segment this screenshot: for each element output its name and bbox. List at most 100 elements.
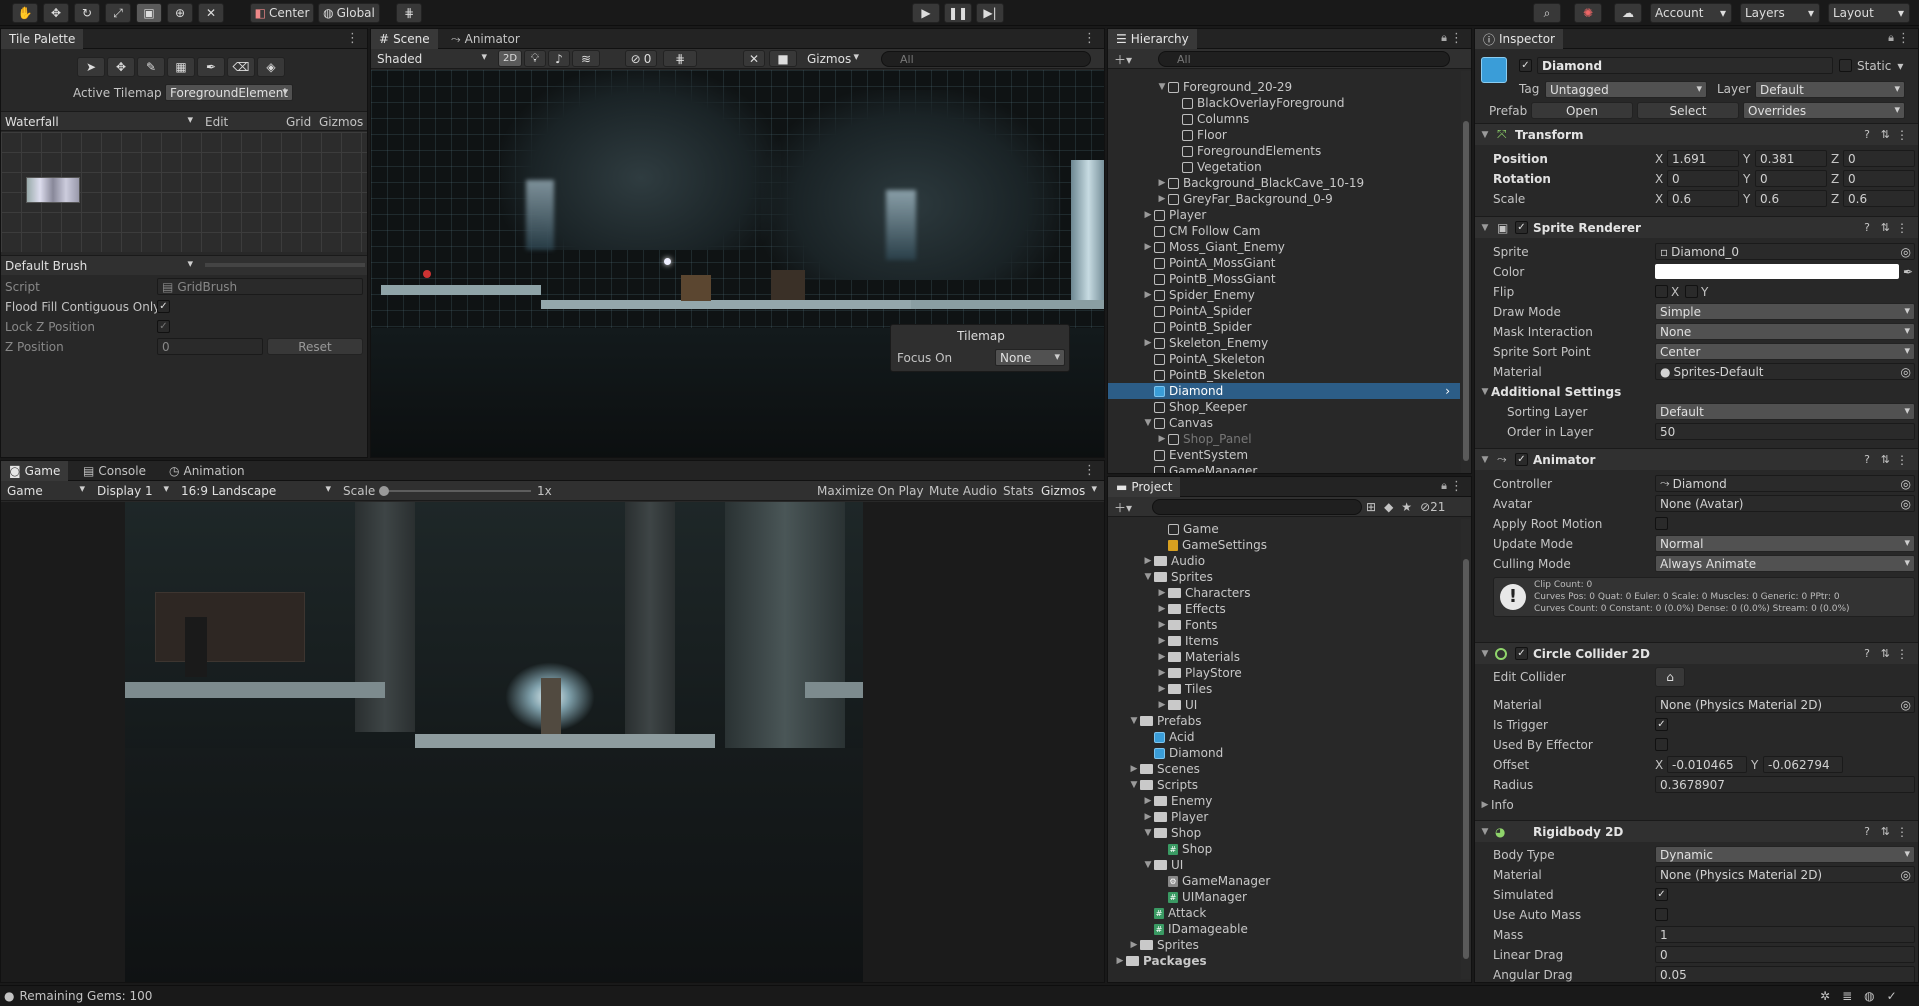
active-checkbox[interactable]: ✓	[1519, 59, 1532, 72]
rigidbody-header[interactable]: ▼ ◕ Rigidbody 2D ? ⇅ ⋮	[1475, 820, 1918, 842]
tab-project[interactable]: ▬ Project	[1108, 477, 1181, 497]
hierarchy-item[interactable]: ▶ Skeleton_Enemy	[1108, 335, 1460, 351]
circle-collider-header[interactable]: ▼ ✓ Circle Collider 2D ? ⇅ ⋮	[1475, 642, 1918, 664]
rotate-tool-button[interactable]: ↻	[74, 3, 100, 23]
avatar-field[interactable]: None (Avatar) ◎	[1655, 495, 1915, 512]
circle-collider-enabled-checkbox[interactable]: ✓	[1515, 647, 1528, 660]
animator-header[interactable]: ▼ ⤳ ✓ Animator ? ⇅ ⋮	[1475, 448, 1918, 470]
search-toolbar-button[interactable]: ⌕	[1533, 3, 1561, 23]
color-swatch[interactable]	[1655, 264, 1899, 279]
chevron-down-icon[interactable]: ▼	[1156, 82, 1168, 92]
stack-icon[interactable]: ≣	[1842, 989, 1852, 1003]
prefab-open-button[interactable]: Open	[1531, 102, 1633, 119]
project-item[interactable]: ▶ UI	[1108, 697, 1460, 713]
chevron-down-icon[interactable]: ▼	[1142, 418, 1154, 428]
preset-icon[interactable]: ⇅	[1881, 825, 1890, 838]
chevron-right-icon[interactable]: ▶	[1156, 620, 1168, 630]
hierarchy-item[interactable]: Vegetation	[1108, 159, 1460, 175]
kebab-menu-icon[interactable]: ⋮	[1897, 31, 1910, 46]
status-message[interactable]: ● Remaining Gems: 100	[4, 987, 152, 1005]
hierarchy-item[interactable]: PointA_Spider	[1108, 303, 1460, 319]
cloud-button[interactable]: ☁	[1614, 3, 1642, 23]
camera-toggle[interactable]: ■	[769, 50, 797, 67]
kebab-menu-icon[interactable]: ⋮	[1896, 647, 1908, 661]
layers-dropdown[interactable]: Layers ▾	[1740, 3, 1820, 23]
lock-icon[interactable]: 🔒︎	[1441, 479, 1447, 493]
scale-slider-thumb[interactable]	[379, 486, 389, 496]
is-trigger-checkbox[interactable]: ✓	[1655, 718, 1668, 731]
hierarchy-item[interactable]: Floor	[1108, 127, 1460, 143]
palette-dropdown[interactable]: Waterfall	[1, 113, 197, 130]
chevron-down-icon[interactable]: ▼	[1142, 860, 1154, 870]
edit-palette-button[interactable]: Edit	[205, 113, 228, 131]
preset-icon[interactable]: ⇅	[1881, 221, 1890, 234]
project-item[interactable]: Acid	[1108, 729, 1460, 745]
hierarchy-search-input[interactable]: All	[1158, 51, 1450, 67]
hierarchy-item[interactable]: PointB_Spider	[1108, 319, 1460, 335]
eyedropper-icon[interactable]: ✒	[1903, 263, 1913, 281]
pivot-global-button[interactable]: ◍ Global	[318, 3, 380, 23]
hierarchy-item[interactable]: ▼ Canvas	[1108, 415, 1460, 431]
chevron-right-icon[interactable]: ▶	[1142, 210, 1154, 220]
globe-icon[interactable]: ◍	[1864, 989, 1874, 1003]
fill-button[interactable]: ◈	[257, 57, 285, 77]
project-item[interactable]: ▶ Fonts	[1108, 617, 1460, 633]
prefab-select-button[interactable]: Select	[1637, 102, 1739, 119]
reset-button[interactable]: Reset	[267, 338, 363, 355]
hierarchy-item[interactable]: ▶ Player	[1108, 207, 1460, 223]
custom-tool-button[interactable]: ✕	[198, 3, 224, 23]
static-checkbox[interactable]	[1839, 59, 1852, 72]
body-type-dropdown[interactable]: Dynamic	[1655, 846, 1915, 863]
hierarchy-item[interactable]: ▶ Moss_Giant_Enemy	[1108, 239, 1460, 255]
bug-icon[interactable]: ✲	[1820, 989, 1830, 1003]
project-item[interactable]: ▼ Scripts	[1108, 777, 1460, 793]
tab-scene[interactable]: # Scene	[371, 29, 438, 49]
chevron-right-icon[interactable]: ▶	[1156, 178, 1168, 188]
chevron-right-icon[interactable]: ▶	[1114, 956, 1126, 966]
scrollbar-thumb[interactable]	[1463, 121, 1469, 461]
sorting-layer-dropdown[interactable]: Default	[1655, 403, 1915, 420]
kebab-menu-icon[interactable]: ⋮	[1083, 31, 1096, 46]
hierarchy-item[interactable]: PointB_Skeleton	[1108, 367, 1460, 383]
picker-button[interactable]: ✒	[197, 57, 225, 77]
hierarchy-item[interactable]: ▶ Spider_Enemy	[1108, 287, 1460, 303]
project-item[interactable]: ▶ Sprites	[1108, 937, 1460, 953]
info-foldout[interactable]: ▶ Info	[1479, 796, 1514, 814]
angular-drag-field[interactable]: 0.05	[1655, 966, 1915, 982]
object-picker-icon[interactable]: ◎	[1901, 365, 1911, 379]
hierarchy-item[interactable]: Columns	[1108, 111, 1460, 127]
object-picker-icon[interactable]: ◎	[1901, 868, 1911, 882]
grid-toggle[interactable]: ⋕	[663, 50, 697, 67]
project-scrollbar[interactable]	[1461, 519, 1471, 979]
hierarchy-item[interactable]: BlackOverlayForeground	[1108, 95, 1460, 111]
active-tilemap-dropdown[interactable]: ForegroundElement	[165, 84, 293, 101]
mute-audio-toggle[interactable]: Mute Audio	[929, 482, 997, 500]
kebab-menu-icon[interactable]: ⋮	[1896, 221, 1908, 235]
audio-toggle[interactable]: ♪	[548, 50, 570, 67]
scrollbar-thumb[interactable]	[1463, 559, 1469, 959]
hierarchy-item[interactable]: Shop_Keeper	[1108, 399, 1460, 415]
offset-y-field[interactable]: -0.062794	[1763, 756, 1843, 773]
sprite-field[interactable]: ▫ Diamond_0 ◎	[1655, 243, 1915, 260]
project-item[interactable]: Diamond	[1108, 745, 1460, 761]
project-item[interactable]: ▶ Characters	[1108, 585, 1460, 601]
controller-field[interactable]: ⤳ Diamond ◎	[1655, 475, 1915, 492]
culling-mode-dropdown[interactable]: Always Animate	[1655, 555, 1915, 572]
hand-tool-button[interactable]: ✋	[12, 3, 38, 23]
pos-z-field[interactable]: 0	[1843, 150, 1915, 167]
chevron-right-icon[interactable]: ▶	[1142, 812, 1154, 822]
transform-header[interactable]: ▼ ⤧ Transform ? ⇅ ⋮	[1475, 123, 1918, 145]
chevron-right-icon[interactable]: ▶	[1156, 434, 1168, 444]
hierarchy-item[interactable]: ▶ Background_BlackCave_10-19	[1108, 175, 1460, 191]
tab-animator[interactable]: ⤳ Animator	[443, 29, 528, 49]
help-icon[interactable]: ?	[1864, 128, 1870, 141]
play-button[interactable]: ▶	[912, 3, 940, 23]
project-item[interactable]: # IDamageable	[1108, 921, 1460, 937]
object-picker-icon[interactable]: ◎	[1901, 245, 1911, 259]
kebab-menu-icon[interactable]: ⋮	[1896, 453, 1908, 467]
project-search-input[interactable]	[1152, 499, 1362, 515]
tile-grid-area[interactable]	[1, 132, 367, 252]
simulated-checkbox[interactable]: ✓	[1655, 888, 1668, 901]
pivot-center-button[interactable]: ◧ Center	[250, 3, 314, 23]
root-motion-checkbox[interactable]	[1655, 517, 1668, 530]
